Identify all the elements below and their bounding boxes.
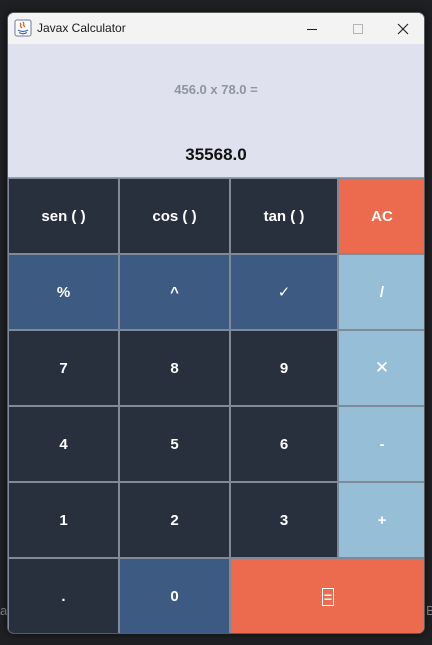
divide-button[interactable]: / — [338, 254, 424, 330]
plus-button[interactable]: + — [338, 482, 424, 558]
eight-button[interactable]: 8 — [119, 330, 230, 406]
six-button[interactable]: 6 — [230, 406, 338, 482]
java-app-icon — [14, 19, 32, 37]
three-button[interactable]: 3 — [230, 482, 338, 558]
title-bar[interactable]: Javax Calculator — [8, 13, 424, 44]
maximize-button[interactable] — [335, 13, 381, 44]
calculator-window: Javax Calculator 456.0 x 78.0 = 35568.0 … — [7, 12, 425, 634]
seven-button[interactable]: 7 — [8, 330, 119, 406]
clear-button[interactable]: AC — [338, 178, 424, 254]
expression-text: 456.0 x 78.0 = — [174, 82, 258, 97]
nine-button[interactable]: 9 — [230, 330, 338, 406]
zero-button[interactable]: 0 — [119, 558, 230, 633]
result-text: 35568.0 — [185, 145, 247, 164]
minus-button[interactable]: - — [338, 406, 424, 482]
close-icon — [397, 23, 409, 34]
two-button[interactable]: 2 — [119, 482, 230, 558]
equals-button[interactable]: = — [230, 558, 424, 633]
decimal-point-button[interactable]: . — [8, 558, 119, 633]
cos-button[interactable]: cos ( ) — [119, 178, 230, 254]
one-button[interactable]: 1 — [8, 482, 119, 558]
power-button[interactable]: ^ — [119, 254, 230, 330]
window-title: Javax Calculator — [37, 21, 126, 35]
five-button[interactable]: 5 — [119, 406, 230, 482]
close-button[interactable] — [380, 13, 424, 44]
tan-button[interactable]: tan ( ) — [230, 178, 338, 254]
sqrt-button[interactable]: ✓ — [230, 254, 338, 330]
multiply-button[interactable]: ✕ — [338, 330, 424, 406]
minimize-icon — [307, 28, 317, 30]
desktop-edge-glyph: B — [426, 603, 432, 618]
minimize-button[interactable] — [289, 13, 335, 44]
calculator-display: 456.0 x 78.0 = 35568.0 — [8, 44, 424, 178]
sin-button[interactable]: sen ( ) — [8, 178, 119, 254]
maximize-icon — [353, 23, 363, 34]
four-button[interactable]: 4 — [8, 406, 119, 482]
percent-button[interactable]: % — [8, 254, 119, 330]
equals-label: = — [321, 587, 335, 606]
